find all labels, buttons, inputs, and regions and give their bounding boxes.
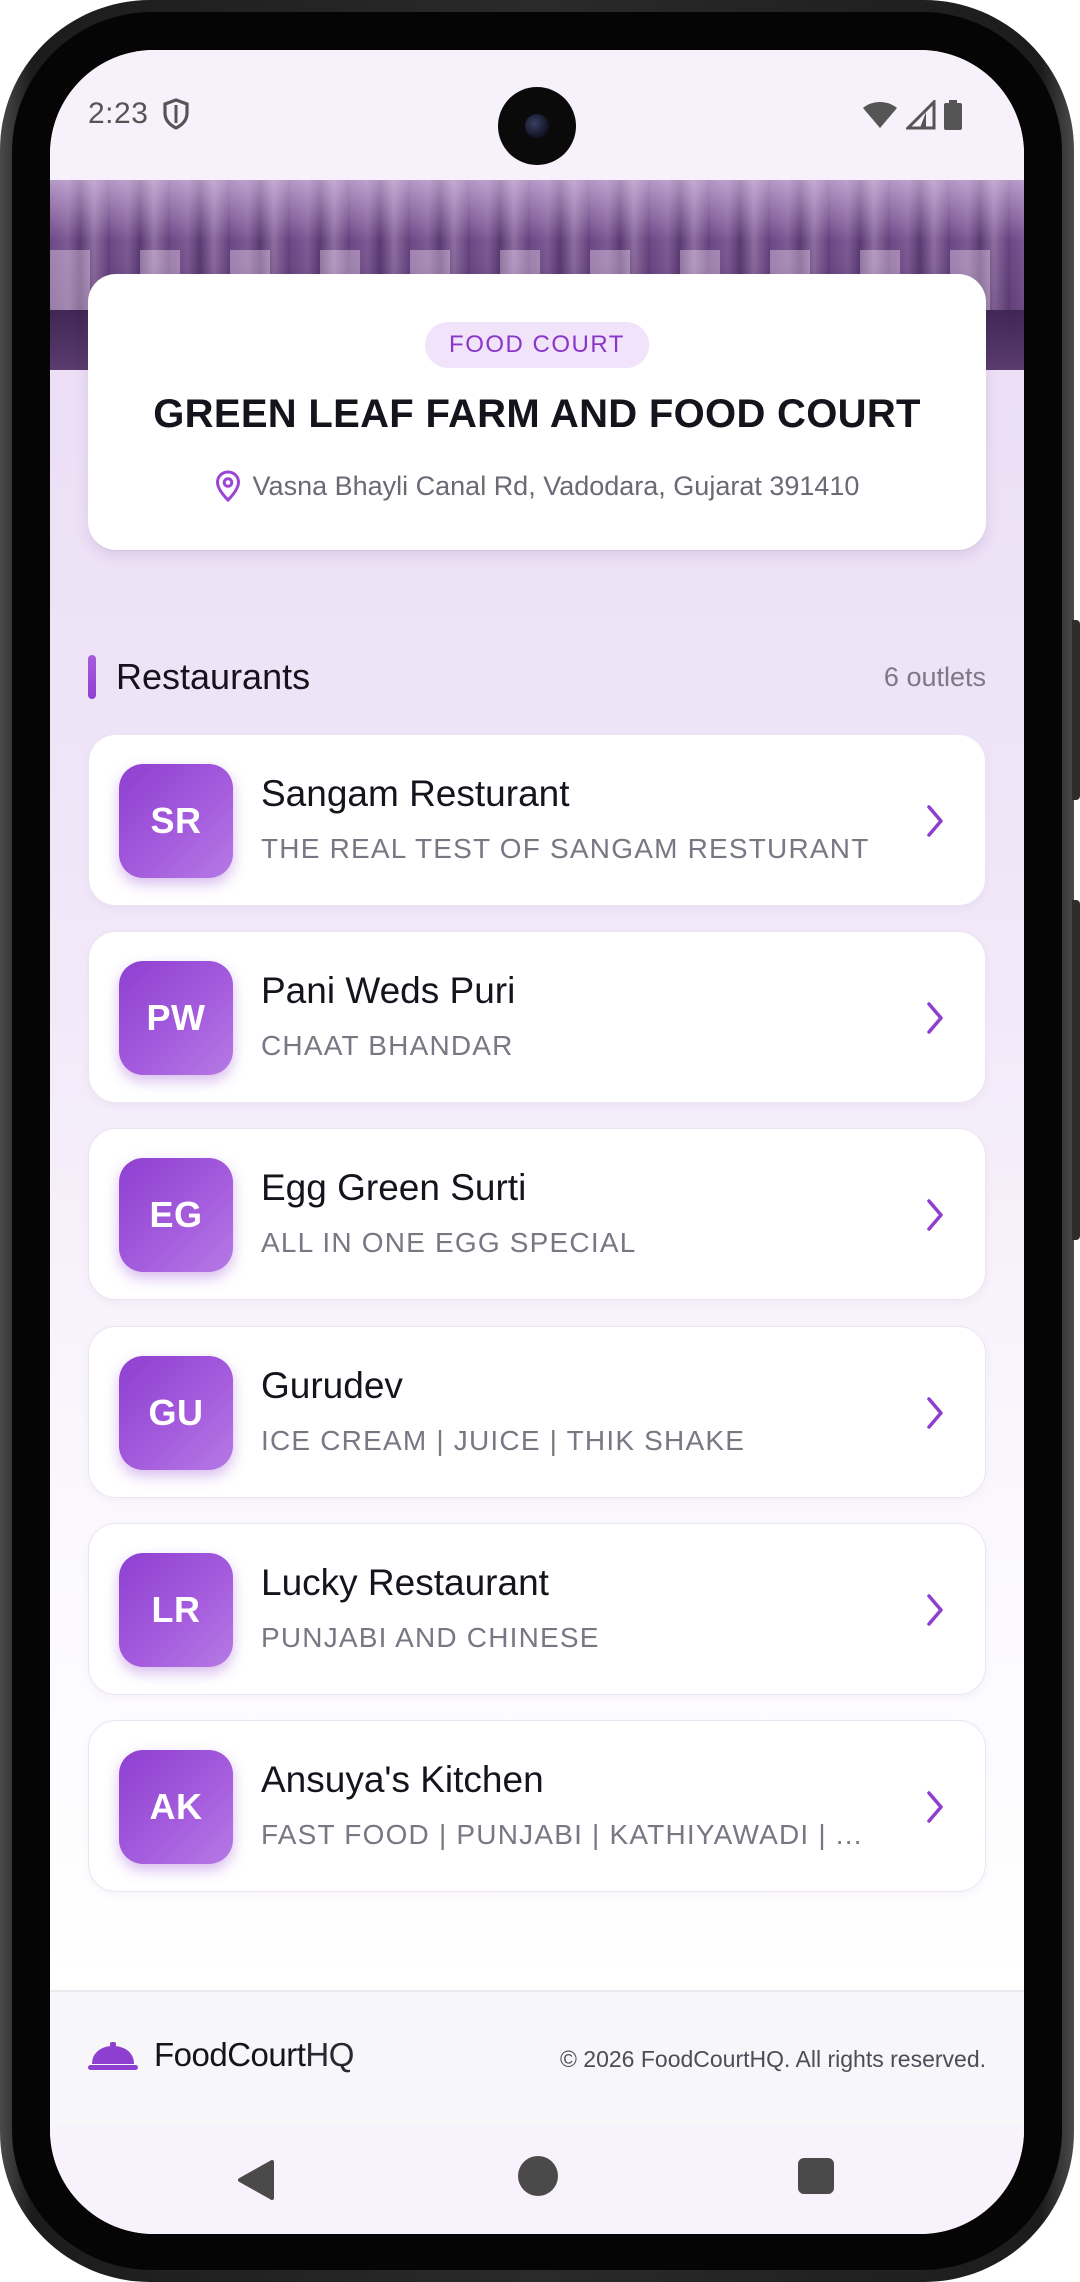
restaurant-subtitle: THE REAL TEST OF SANGAM RESTURANT — [261, 833, 870, 864]
status-icons — [862, 100, 962, 130]
restaurant-avatar: GU — [119, 1356, 233, 1470]
system-navigation-bar — [50, 2126, 1024, 2234]
chevron-right-icon — [927, 1397, 943, 1429]
restaurant-subtitle: PUNJABI AND CHINESE — [261, 1622, 600, 1653]
restaurant-name: Ansuya's Kitchen — [261, 1759, 544, 1800]
venue-title: GREEN LEAF FARM AND FOOD COURT — [153, 392, 921, 436]
restaurants-section-header: Restaurants 6 outlets — [88, 652, 986, 702]
copyright-text: © 2026 FoodCourtHQ. All rights reserved. — [559, 2046, 986, 2072]
footer: FoodCourtHQ © 2026 FoodCourtHQ. All righ… — [50, 1990, 1024, 2128]
section-title: Restaurants — [116, 656, 311, 697]
cloche-logo-icon — [88, 2042, 138, 2070]
section-accent-bar — [88, 655, 96, 699]
main-content[interactable]: FOOD COURT GREEN LEAF FARM AND FOOD COUR… — [50, 180, 1024, 1990]
restaurant-row-ansuyas-kitchen[interactable]: AK Ansuya's Kitchen FAST FOOD | PUNJABI … — [88, 1720, 986, 1892]
restaurant-name: Sangam Resturant — [261, 773, 570, 814]
restaurant-avatar: AK — [119, 1750, 233, 1864]
chevron-right-icon — [927, 1002, 943, 1034]
restaurant-avatar: PW — [119, 961, 233, 1075]
restaurant-name: Pani Weds Puri — [261, 970, 516, 1011]
restaurant-subtitle: FAST FOOD | PUNJABI | KATHIYAWADI | ... — [261, 1819, 863, 1850]
chevron-right-icon — [927, 805, 943, 837]
home-icon[interactable] — [518, 2156, 558, 2196]
restaurant-row-sangam[interactable]: SR Sangam Resturant THE REAL TEST OF SAN… — [88, 734, 986, 906]
restaurant-avatar: LR — [119, 1553, 233, 1667]
restaurant-name: Gurudev — [261, 1365, 403, 1406]
brand-name: FoodCourt — [154, 2036, 306, 2073]
venue-info-card: FOOD COURT GREEN LEAF FARM AND FOOD COUR… — [88, 274, 986, 550]
restaurant-row-egg-green-surti[interactable]: EG Egg Green Surti ALL IN ONE EGG SPECIA… — [88, 1128, 986, 1300]
power-button — [1072, 620, 1080, 800]
signal-icon — [906, 100, 936, 130]
status-time: 2:23 — [88, 97, 149, 130]
chevron-right-icon — [927, 1594, 943, 1626]
brand-suffix: HQ — [305, 2036, 354, 2073]
restaurant-row-gurudev[interactable]: GU Gurudev ICE CREAM | JUICE | THIK SHAK… — [88, 1326, 986, 1498]
status-bar: 2:23 — [50, 50, 1024, 180]
restaurant-subtitle: CHAAT BHANDAR — [261, 1030, 514, 1061]
shield-icon — [163, 98, 189, 130]
recent-apps-icon[interactable] — [798, 2158, 834, 2194]
location-pin-icon — [215, 470, 240, 502]
screen: 2:23 FOOD COURT GREEN LEAF FARM AND FOOD… — [50, 50, 1024, 2234]
footer-brand[interactable]: FoodCourtHQ — [154, 2036, 354, 2074]
restaurant-name: Egg Green Surti — [261, 1167, 527, 1208]
venue-address: Vasna Bhayli Canal Rd, Vadodara, Gujarat… — [88, 470, 986, 502]
restaurant-avatar: SR — [119, 764, 233, 878]
restaurant-row-lucky-restaurant[interactable]: LR Lucky Restaurant PUNJABI AND CHINESE — [88, 1523, 986, 1695]
back-icon[interactable] — [236, 2158, 276, 2202]
category-badge: FOOD COURT — [425, 322, 649, 368]
address-text: Vasna Bhayli Canal Rd, Vadodara, Gujarat… — [252, 470, 860, 501]
volume-button — [1072, 900, 1080, 1240]
restaurant-subtitle: ALL IN ONE EGG SPECIAL — [261, 1227, 637, 1258]
banner-highlight — [50, 180, 1024, 240]
outlet-count: 6 outlets — [883, 662, 986, 692]
battery-icon — [944, 100, 962, 130]
front-camera — [498, 87, 576, 165]
chevron-right-icon — [927, 1791, 943, 1823]
restaurant-name: Lucky Restaurant — [261, 1562, 549, 1603]
restaurant-avatar: EG — [119, 1158, 233, 1272]
restaurant-subtitle: ICE CREAM | JUICE | THIK SHAKE — [261, 1425, 746, 1456]
chevron-right-icon — [927, 1199, 943, 1231]
wifi-icon — [863, 102, 897, 128]
restaurant-row-pani-weds-puri[interactable]: PW Pani Weds Puri CHAAT BHANDAR — [88, 931, 986, 1103]
